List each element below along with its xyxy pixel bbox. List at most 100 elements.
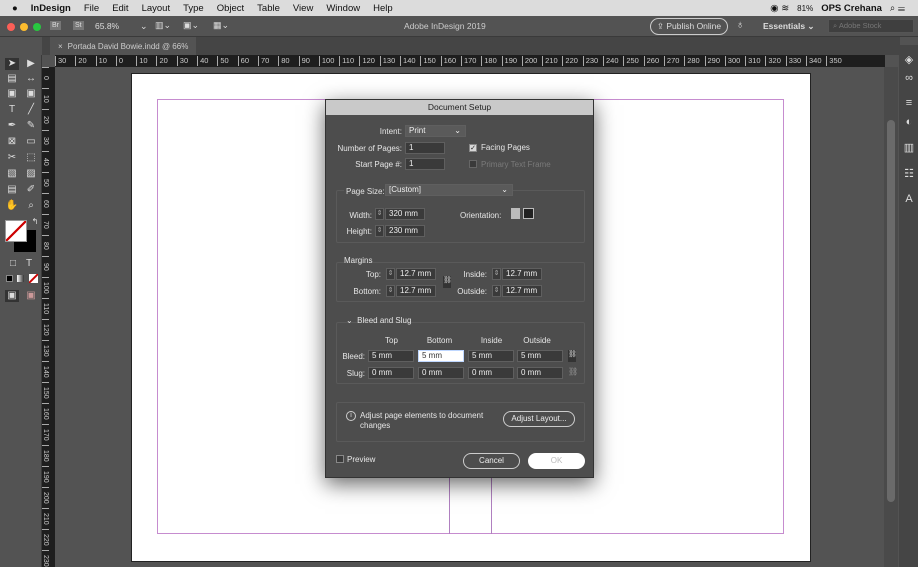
ok-button[interactable]: OK <box>528 453 585 469</box>
bleed-inside-input[interactable]: 5 mm <box>468 350 514 362</box>
line-tool-icon[interactable]: ╱ <box>24 104 38 116</box>
menu-help[interactable]: Help <box>373 3 393 14</box>
margin-inside-stepper[interactable]: ⇕ <box>492 268 501 280</box>
preview-checkbox[interactable] <box>336 455 344 463</box>
view-options-icon[interactable]: ▥⌄ <box>155 20 171 31</box>
gradient-feather-tool-icon[interactable]: ▨ <box>24 168 38 180</box>
landscape-orientation-icon[interactable] <box>523 208 534 219</box>
horizontal-ruler[interactable]: 30 20 10 0 10 20 30 40 50 60 70 80 90 100 110 120 130 140… <box>55 55 885 67</box>
pages-panel-icon[interactable]: ◈ <box>902 53 916 67</box>
selection-tool-icon[interactable]: ➤ <box>5 58 19 70</box>
menu-window[interactable]: Window <box>326 3 360 14</box>
swap-colors-icon[interactable]: ↰ <box>28 216 42 228</box>
zoom-level[interactable]: 65.8% <box>95 21 119 31</box>
free-transform-tool-icon[interactable]: ⬚ <box>24 152 38 164</box>
formatting-text-icon[interactable]: T <box>22 258 36 270</box>
publish-online-button[interactable]: ⇪ Publish Online <box>650 18 728 35</box>
document-tab[interactable]: × Portada David Bowie.indd @ 66% <box>50 37 197 55</box>
margin-outside-input[interactable]: 12.7 mm <box>502 285 542 297</box>
close-tab-icon[interactable]: × <box>58 42 63 51</box>
note-tool-icon[interactable]: ▤ <box>5 184 19 196</box>
adobe-stock-search[interactable]: ⌕ Adobe Stock <box>828 19 914 33</box>
width-stepper[interactable]: ⇕ <box>375 208 384 220</box>
menu-view[interactable]: View <box>293 3 313 14</box>
screen-mode-icon[interactable]: ▣⌄ <box>183 20 199 31</box>
bridge-button[interactable]: Br <box>50 21 61 30</box>
stroke-panel-icon[interactable]: ≡ <box>902 97 916 111</box>
primary-text-frame-checkbox[interactable] <box>469 160 477 168</box>
menu-object[interactable]: Object <box>217 3 244 14</box>
formatting-container-icon[interactable]: □ <box>6 258 20 270</box>
page-size-select[interactable]: [Custom] ⌄ <box>385 184 513 196</box>
slug-inside-input[interactable]: 0 mm <box>468 367 514 379</box>
margin-inside-input[interactable]: 12.7 mm <box>502 268 542 280</box>
margin-outside-stepper[interactable]: ⇕ <box>492 285 501 297</box>
swatches-panel-icon[interactable]: ◐ <box>902 116 916 130</box>
links-panel-icon[interactable]: ∞ <box>902 72 916 86</box>
pen-tool-icon[interactable]: ✒ <box>5 120 19 132</box>
cancel-button[interactable]: Cancel <box>463 453 520 469</box>
unlink-slug-icon[interactable]: ⛓ <box>568 367 578 376</box>
height-stepper[interactable]: ⇕ <box>375 225 384 237</box>
apply-color-icon[interactable] <box>6 275 13 282</box>
slug-bottom-input[interactable]: 0 mm <box>418 367 464 379</box>
text-wrap-icon[interactable]: ☷ <box>902 167 916 181</box>
apply-gradient-icon[interactable] <box>17 275 24 282</box>
vertical-ruler[interactable]: 0 10 20 30 40 50 60 70 80 90 100 110 120 130 140 150 160… <box>42 67 55 567</box>
close-window-button[interactable] <box>7 23 15 31</box>
content-placer-icon[interactable]: ▣ <box>24 88 38 100</box>
battery-status[interactable]: 81% <box>797 4 813 13</box>
link-bleed-icon[interactable]: ⛓ <box>568 350 577 362</box>
adjust-layout-button[interactable]: Adjust Layout... <box>503 411 575 427</box>
menu-table[interactable]: Table <box>257 3 280 14</box>
apple-icon[interactable]: ● <box>12 3 18 14</box>
preview-mode-icon[interactable]: ▣ <box>24 290 38 302</box>
intent-select[interactable]: Print ⌄ <box>405 125 466 137</box>
bleed-outside-input[interactable]: 5 mm <box>517 350 563 362</box>
menu-file[interactable]: File <box>84 3 99 14</box>
type-tool-icon[interactable]: T <box>5 104 19 116</box>
slug-outside-input[interactable]: 0 mm <box>517 367 563 379</box>
gap-tool-icon[interactable]: ↔ <box>24 73 38 85</box>
page-tool-icon[interactable]: ▤ <box>5 73 19 85</box>
bleed-slug-toggle[interactable]: ⌄ Bleed and Slug <box>346 316 411 325</box>
user-name[interactable]: OPS Crehana <box>821 3 882 14</box>
gradient-swatch-tool-icon[interactable]: ▧ <box>5 168 19 180</box>
margin-bottom-stepper[interactable]: ⇕ <box>386 285 395 297</box>
margin-top-input[interactable]: 12.7 mm <box>396 268 436 280</box>
rectangle-tool-icon[interactable]: ▭ <box>24 136 38 148</box>
minimize-window-button[interactable] <box>20 23 28 31</box>
height-input[interactable]: 230 mm <box>385 225 425 237</box>
eyedropper-tool-icon[interactable]: ✐ <box>24 184 38 196</box>
cc-libraries-icon[interactable]: ▥ <box>902 141 916 155</box>
fill-swatch[interactable] <box>5 220 27 242</box>
scissors-tool-icon[interactable]: ✂ <box>5 152 19 164</box>
pencil-tool-icon[interactable]: ✎ <box>24 120 38 132</box>
menu-layout[interactable]: Layout <box>142 3 171 14</box>
hand-tool-icon[interactable]: ✋ <box>5 200 19 212</box>
workspace-switcher[interactable]: Essentials ⌄ <box>763 21 815 32</box>
direct-selection-tool-icon[interactable]: ▶ <box>24 58 38 70</box>
maximize-window-button[interactable] <box>33 23 41 31</box>
number-of-pages-input[interactable]: 1 <box>405 142 445 154</box>
wifi-icon[interactable]: ◉ ≋ <box>770 3 789 14</box>
stock-button[interactable]: St <box>73 21 84 30</box>
arrange-documents-icon[interactable]: ▦⌄ <box>213 20 229 31</box>
apply-none-icon[interactable] <box>29 274 38 283</box>
portrait-orientation-icon[interactable] <box>511 208 520 219</box>
facing-pages-checkbox[interactable]: ✓ <box>469 144 477 152</box>
lightbulb-icon[interactable]: ♁ <box>736 19 744 31</box>
rectangle-frame-tool-icon[interactable]: ⊠ <box>5 136 19 148</box>
start-page-input[interactable]: 1 <box>405 158 445 170</box>
bleed-top-input[interactable]: 5 mm <box>368 350 414 362</box>
width-input[interactable]: 320 mm <box>385 208 425 220</box>
zoom-tool-icon[interactable]: ⌕ <box>24 200 38 212</box>
scrollbar-thumb[interactable] <box>887 120 895 502</box>
margin-bottom-input[interactable]: 12.7 mm <box>396 285 436 297</box>
menu-app[interactable]: InDesign <box>31 3 71 14</box>
bleed-bottom-input[interactable]: 5 mm <box>418 350 464 362</box>
margin-top-stepper[interactable]: ⇕ <box>386 268 395 280</box>
zoom-dropdown-icon[interactable]: ⌄ <box>140 21 148 32</box>
menu-edit[interactable]: Edit <box>112 3 128 14</box>
menu-type[interactable]: Type <box>183 3 204 14</box>
